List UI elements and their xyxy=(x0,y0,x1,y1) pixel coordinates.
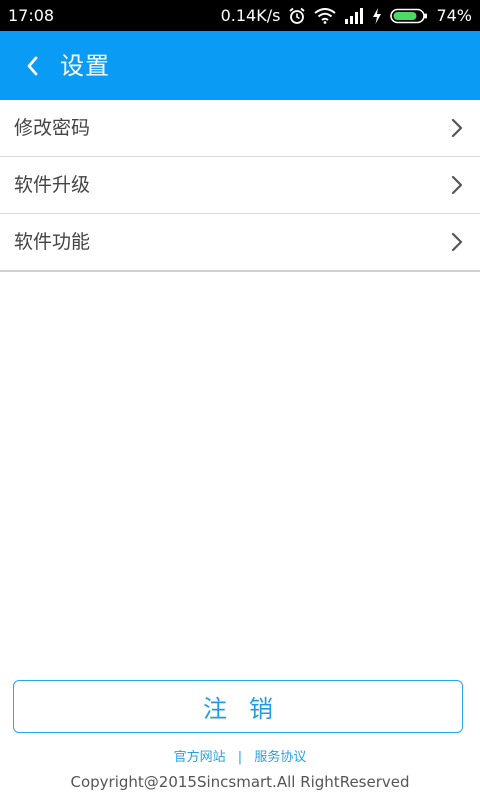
signal-icon xyxy=(344,8,364,24)
chevron-right-icon xyxy=(451,118,463,138)
status-bar: 17:08 0.14K/s 74% xyxy=(0,0,480,31)
back-button[interactable] xyxy=(14,48,50,84)
battery-icon xyxy=(390,8,428,24)
wifi-icon xyxy=(314,8,337,24)
footer-separator: | xyxy=(237,750,243,765)
settings-item-label: 软件升级 xyxy=(14,174,91,196)
settings-item-software-update[interactable]: 软件升级 xyxy=(0,157,480,214)
footer-links: 官方网站 | 服务协议 xyxy=(0,749,480,767)
status-time: 17:08 xyxy=(8,6,55,25)
chevron-left-icon xyxy=(27,56,38,76)
network-speed: 0.14K/s xyxy=(220,6,281,25)
status-indicators: 0.14K/s 74% xyxy=(221,6,472,26)
copyright-text: Copyright@2015Sincsmart.All RightReserve… xyxy=(70,773,410,791)
chevron-right-icon xyxy=(451,175,463,195)
battery-percent: 74% xyxy=(436,6,472,25)
page-title: 设置 xyxy=(60,52,110,80)
settings-item-software-features[interactable]: 软件功能 xyxy=(0,214,480,272)
settings-item-change-password[interactable]: 修改密码 xyxy=(0,100,480,157)
settings-item-label: 软件功能 xyxy=(14,231,91,253)
app-bar: 设置 xyxy=(0,31,480,100)
alarm-icon xyxy=(288,7,306,25)
official-website-link[interactable]: 官方网站 xyxy=(174,750,226,765)
charging-icon xyxy=(372,8,382,24)
chevron-right-icon xyxy=(451,232,463,252)
logout-button[interactable]: 注销 xyxy=(13,680,463,733)
service-agreement-link[interactable]: 服务协议 xyxy=(254,750,306,765)
settings-item-label: 修改密码 xyxy=(14,117,91,139)
settings-list: 修改密码 软件升级 软件功能 xyxy=(0,100,480,272)
